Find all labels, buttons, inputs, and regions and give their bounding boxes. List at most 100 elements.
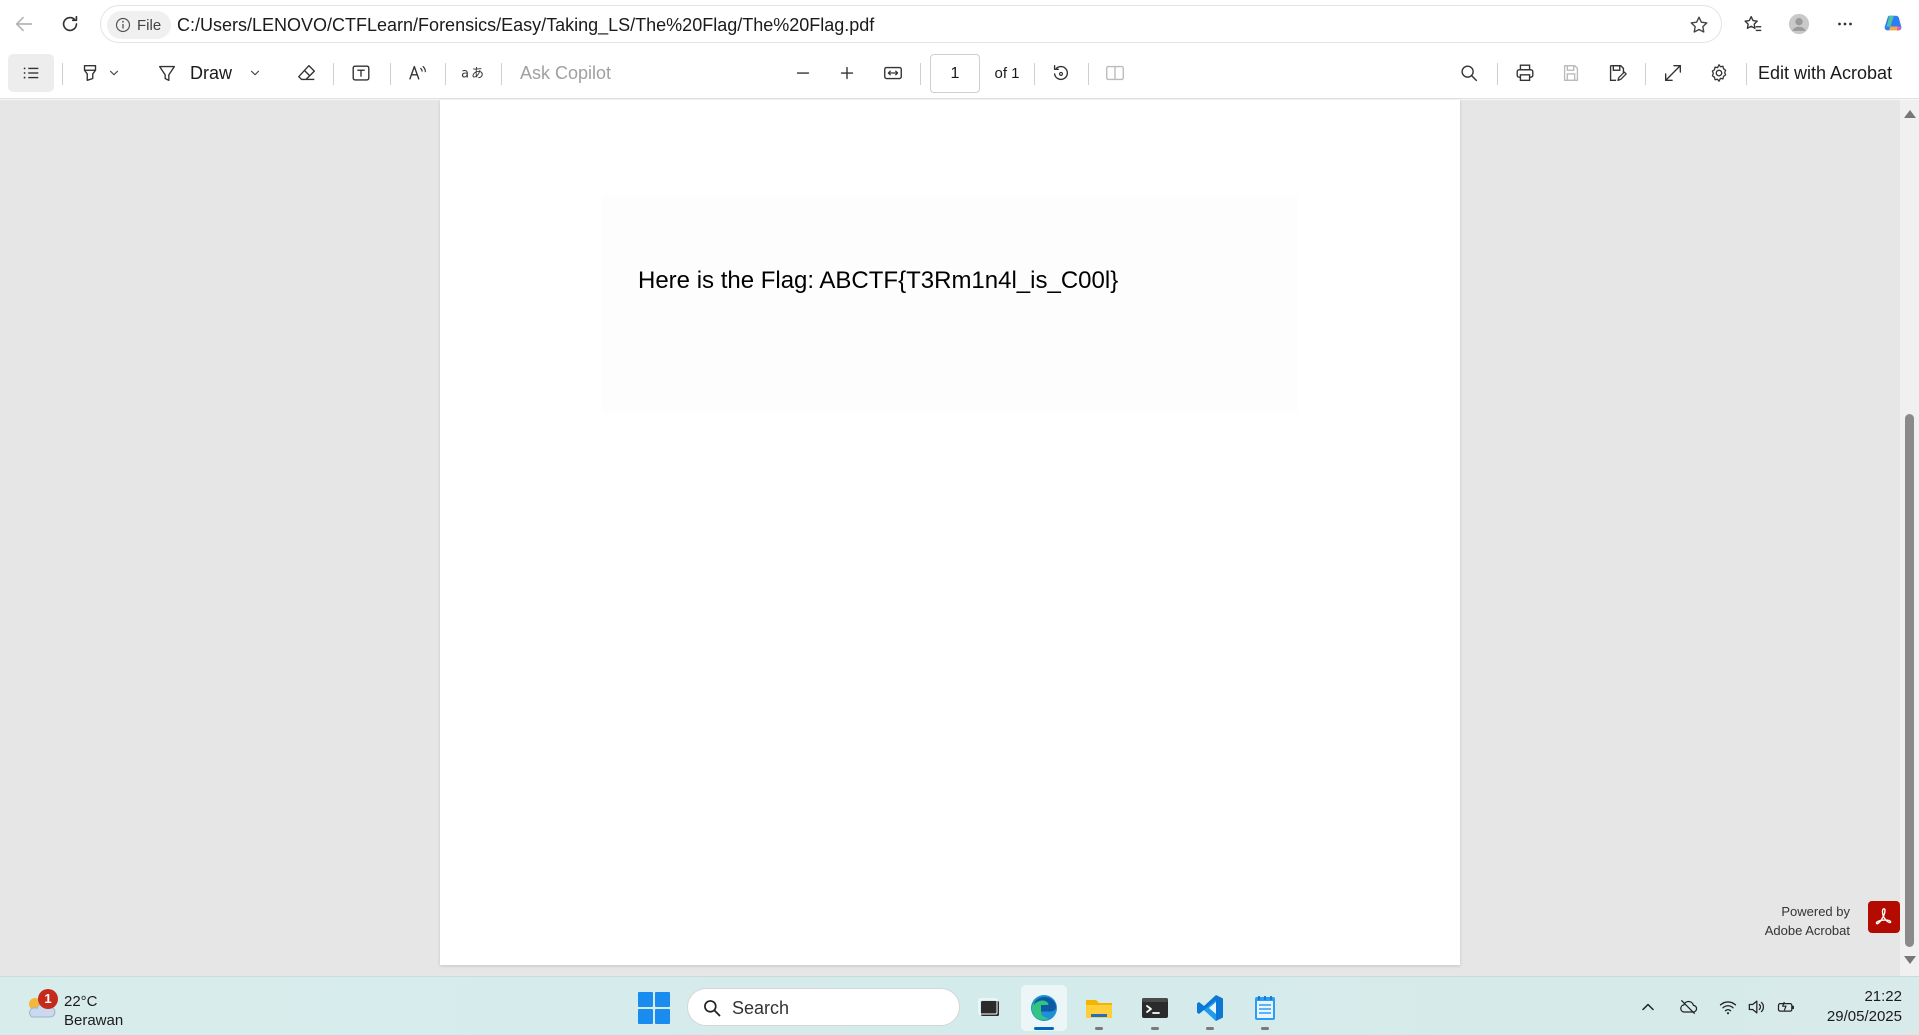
draw-button[interactable]: Draw xyxy=(156,56,272,90)
favorites-button[interactable] xyxy=(1736,8,1770,40)
flag-text: Here is the Flag: ABCTF{T3Rm1n4l_is_C00l… xyxy=(638,267,1119,294)
contents-toggle-button[interactable] xyxy=(8,54,54,92)
save-as-button[interactable] xyxy=(1600,56,1634,90)
translate-button[interactable]: aあ xyxy=(454,56,492,90)
pdf-toolbar: Draw aあ Ask Copilot 1 of 1 Edit with Acr… xyxy=(0,48,1919,99)
save-as-icon xyxy=(1609,64,1627,82)
start-button[interactable] xyxy=(636,990,672,1026)
fit-width-button[interactable] xyxy=(876,56,910,90)
cloud-off-icon xyxy=(1680,999,1698,1015)
wifi-icon xyxy=(1719,1001,1737,1015)
url-bar[interactable]: File C:/Users/LENOVO/CTFLearn/Forensics/… xyxy=(100,5,1722,43)
battery-charging-icon xyxy=(1777,1001,1794,1012)
zoom-in-button[interactable] xyxy=(830,56,864,90)
search-label: Search xyxy=(732,998,790,1018)
page-total: of 1 xyxy=(990,56,1024,90)
text-block: Here is the Flag: ABCTF{T3Rm1n4l_is_C00l… xyxy=(602,196,1298,412)
minus-icon xyxy=(796,72,810,74)
taskbar-terminal[interactable] xyxy=(1132,985,1178,1031)
taskbar-file-explorer[interactable] xyxy=(1076,985,1122,1031)
more-menu-button[interactable] xyxy=(1828,8,1862,40)
toolbar-divider xyxy=(501,63,502,85)
taskbar-task-view[interactable] xyxy=(966,985,1012,1031)
scroll-thumb[interactable] xyxy=(1905,414,1914,947)
page-number-input[interactable]: 1 xyxy=(930,54,980,93)
system-clock[interactable]: 21:22 29/05/2025 xyxy=(1800,987,1902,1027)
task-view-icon xyxy=(978,998,999,1016)
toolbar-divider xyxy=(920,63,921,85)
back-button[interactable] xyxy=(8,8,40,40)
print-button[interactable] xyxy=(1508,56,1542,90)
weather-temperature: 22°C xyxy=(64,993,98,1010)
info-icon xyxy=(115,17,131,33)
edit-with-acrobat-button[interactable]: Edit with Acrobat xyxy=(1758,56,1908,90)
powered-by-text: Powered by Adobe Acrobat xyxy=(1765,902,1850,940)
onedrive-tray[interactable] xyxy=(1674,993,1702,1021)
powered-by-acrobat: Powered by Adobe Acrobat xyxy=(1740,898,1900,938)
powered-by-line-2: Adobe Acrobat xyxy=(1764,923,1850,938)
read-aloud-button[interactable] xyxy=(400,56,436,90)
highlight-button[interactable] xyxy=(72,56,128,90)
taskbar-search[interactable]: Search xyxy=(687,988,960,1026)
fullscreen-button[interactable] xyxy=(1656,56,1690,90)
rotate-button[interactable] xyxy=(1044,56,1078,90)
terminal-icon xyxy=(1142,998,1168,1018)
copilot-icon xyxy=(1884,15,1902,31)
more-horizontal-icon xyxy=(1838,22,1852,26)
file-chip-label: File xyxy=(137,16,162,34)
running-indicator xyxy=(1151,1027,1159,1030)
running-indicator xyxy=(1095,1027,1103,1030)
taskbar-notepad[interactable] xyxy=(1242,985,1288,1031)
favorite-button[interactable] xyxy=(1685,11,1713,39)
fit-width-icon xyxy=(884,66,902,80)
taskbar-vscode[interactable] xyxy=(1187,985,1233,1031)
weather-widget[interactable]: 1 22°C Berawan xyxy=(20,985,150,1029)
ask-copilot-button[interactable]: Ask Copilot xyxy=(520,56,620,90)
toolbar-divider xyxy=(1497,63,1498,85)
scroll-down-arrow-icon[interactable] xyxy=(1904,956,1916,964)
arrow-left-icon xyxy=(15,16,33,32)
running-indicator xyxy=(1206,1027,1214,1030)
url-text[interactable]: C:/Users/LENOVO/CTFLearn/Forensics/Easy/… xyxy=(177,15,874,36)
running-indicator xyxy=(1261,1027,1269,1030)
toolbar-divider xyxy=(333,63,334,85)
show-hidden-icons-button[interactable] xyxy=(1634,993,1662,1021)
acrobat-icon xyxy=(1875,908,1892,925)
site-info-chip[interactable]: File xyxy=(107,11,172,39)
eraser-icon xyxy=(298,64,316,81)
volume-tray[interactable] xyxy=(1742,993,1770,1021)
toolbar-divider xyxy=(62,63,63,85)
search-icon xyxy=(704,1000,721,1017)
plus-icon xyxy=(840,66,854,80)
scroll-up-arrow-icon[interactable] xyxy=(1904,110,1916,118)
copilot-button[interactable] xyxy=(1876,8,1910,40)
taskbar-edge[interactable] xyxy=(1021,985,1067,1031)
wifi-tray[interactable] xyxy=(1714,993,1742,1021)
toolbar-divider xyxy=(1088,63,1089,85)
zoom-out-button[interactable] xyxy=(786,56,820,90)
save-button[interactable] xyxy=(1554,56,1588,90)
erase-button[interactable] xyxy=(290,56,324,90)
folder-icon xyxy=(1086,1000,1112,1018)
find-button[interactable] xyxy=(1452,56,1486,90)
add-text-button[interactable] xyxy=(344,56,378,90)
toolbar-divider xyxy=(445,63,446,85)
chevron-down-icon xyxy=(250,70,260,76)
profile-button[interactable] xyxy=(1782,8,1816,40)
settings-button[interactable] xyxy=(1702,56,1736,90)
powered-by-line-1: Powered by xyxy=(1781,904,1850,919)
gear-icon xyxy=(1711,64,1727,82)
rotate-icon xyxy=(1053,64,1068,81)
list-icon xyxy=(23,67,39,79)
two-page-view-button[interactable] xyxy=(1098,56,1132,90)
page-total-label: of 1 xyxy=(994,64,1020,82)
battery-tray[interactable] xyxy=(1772,993,1800,1021)
vscode-icon xyxy=(1197,995,1223,1021)
chevron-down-icon xyxy=(109,70,119,76)
translate-icon: aあ xyxy=(461,67,484,82)
windows-logo-tile xyxy=(655,1009,670,1024)
windows-logo-tile xyxy=(655,992,670,1007)
refresh-button[interactable] xyxy=(54,8,86,40)
read-aloud-icon xyxy=(409,65,426,80)
vertical-scrollbar[interactable] xyxy=(1900,100,1919,976)
